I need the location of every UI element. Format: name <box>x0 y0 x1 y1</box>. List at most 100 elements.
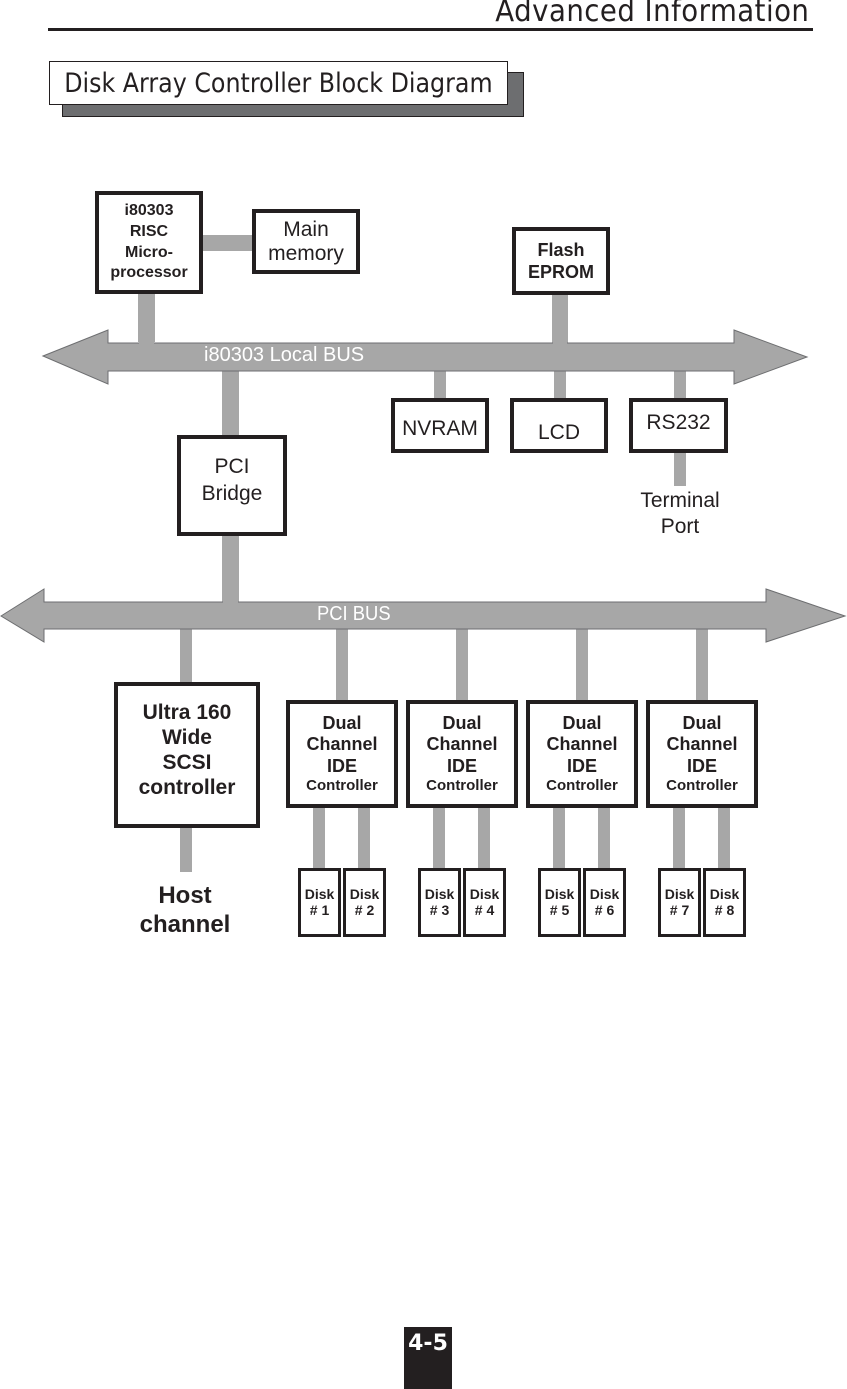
connector-ide1-disk2 <box>358 806 370 870</box>
scsi-controller-block: Ultra 160 Wide SCSI controller <box>114 682 260 828</box>
rs232-block: RS232 <box>629 398 728 453</box>
ide-4-line-4: Controller <box>666 777 738 795</box>
connector-pcibus-ide-3 <box>576 628 588 702</box>
connector-scsi-host <box>180 826 192 872</box>
connector-pcibus-ide-4 <box>696 628 708 702</box>
disk-8-number: # 8 <box>714 901 735 918</box>
disk-6-number: # 6 <box>594 901 615 918</box>
terminal-port-label: Terminal Port <box>630 488 730 541</box>
connector-localbus-rs232 <box>674 370 686 400</box>
ide-2-line-1: Dual <box>442 712 482 733</box>
connector-pcibus-scsi <box>180 628 192 685</box>
terminal-port-line-2: Port <box>660 515 700 539</box>
disk-8-label: Disk <box>709 886 740 903</box>
connector-ide3-disk6 <box>598 806 610 870</box>
ide-1-line-4: Controller <box>306 777 378 795</box>
disk-4-number: # 4 <box>474 901 495 918</box>
local-bus-arrow <box>41 329 809 385</box>
local-bus-label: i80303 Local BUS <box>204 344 365 366</box>
cpu-line-3: Micro- <box>125 243 173 261</box>
cpu-block: i80303 RISC Micro- processor <box>95 191 203 294</box>
lcd-block: LCD <box>510 398 608 453</box>
scsi-line-4: controller <box>138 776 236 800</box>
connector-ide4-disk8 <box>718 806 730 870</box>
host-channel-line-2: channel <box>139 910 231 938</box>
disk-7-label: Disk <box>664 886 695 903</box>
connector-ide2-disk4 <box>478 806 490 870</box>
lcd-label: LCD <box>537 420 580 444</box>
disk-3-label: Disk <box>424 886 455 903</box>
ide-controller-1: Dual Channel IDE Controller <box>286 700 398 808</box>
disk-4-label: Disk <box>469 886 500 903</box>
connector-flash-localbus <box>552 293 568 343</box>
cpu-line-4: processor <box>110 264 188 282</box>
connector-ide4-disk7 <box>673 806 685 870</box>
cpu-line-2: RISC <box>129 222 169 240</box>
disk-5: Disk # 5 <box>538 868 581 937</box>
host-channel-label: Host channel <box>120 882 250 940</box>
ide-2-line-4: Controller <box>426 777 498 795</box>
ide-3-line-3: IDE <box>566 755 597 776</box>
ide-controller-4: Dual Channel IDE Controller <box>646 700 758 808</box>
pci-bridge-block: PCI Bridge <box>177 435 287 536</box>
disk-2-number: # 2 <box>354 901 375 918</box>
ide-4-line-3: IDE <box>686 755 717 776</box>
connector-pcibus-ide-2 <box>456 628 468 702</box>
disk-1: Disk # 1 <box>298 868 341 937</box>
ide-2-line-3: IDE <box>446 755 477 776</box>
connector-cpu-localbus-join <box>139 342 154 345</box>
host-channel-line-1: Host <box>158 882 212 909</box>
disk-6: Disk # 6 <box>583 868 626 937</box>
disk-3: Disk # 3 <box>418 868 461 937</box>
nvram-block: NVRAM <box>391 398 489 453</box>
connector-flash-localbus-join <box>553 342 567 345</box>
pci-bus-label: PCI BUS <box>317 603 391 625</box>
connector-ide3-disk5 <box>553 806 565 870</box>
ide-2-line-2: Channel <box>426 734 498 755</box>
connector-cpu-localbus <box>138 292 155 342</box>
connector-localbus-nvram <box>434 370 446 400</box>
disk-1-number: # 1 <box>309 901 330 918</box>
disk-7-number: # 7 <box>669 901 690 918</box>
pci-bridge-line-1: PCI <box>214 455 250 479</box>
ide-1-line-2: Channel <box>306 734 378 755</box>
connector-localbus-bridge <box>222 370 239 437</box>
connector-rs232-terminal <box>674 452 686 486</box>
scsi-line-1: Ultra 160 <box>142 700 232 724</box>
main-memory-block: Main memory <box>252 209 360 274</box>
disk-2: Disk # 2 <box>343 868 386 937</box>
disk-6-label: Disk <box>589 886 620 903</box>
cpu-line-1: i80303 <box>124 201 174 219</box>
ide-controller-2: Dual Channel IDE Controller <box>406 700 518 808</box>
connector-ide1-disk1 <box>313 806 325 870</box>
ide-3-line-1: Dual <box>562 712 602 733</box>
terminal-port-line-1: Terminal <box>640 489 720 512</box>
disk-3-number: # 3 <box>429 901 450 918</box>
pci-bridge-line-2: Bridge <box>201 481 263 505</box>
flash-line-1: Flash <box>537 239 585 260</box>
flash-eprom-block: Flash EPROM <box>512 227 610 295</box>
ide-3-line-2: Channel <box>546 734 618 755</box>
ide-3-line-4: Controller <box>546 777 618 795</box>
disk-5-number: # 5 <box>549 901 570 918</box>
disk-4: Disk # 4 <box>463 868 506 937</box>
main-memory-line-1: Main <box>283 218 329 242</box>
connector-pcibus-ide-1 <box>336 628 348 702</box>
ide-1-line-3: IDE <box>326 755 357 776</box>
connector-bridge-pcibus-join <box>223 601 238 604</box>
disk-1-label: Disk <box>304 886 335 903</box>
disk-7: Disk # 7 <box>658 868 701 937</box>
flash-line-2: EPROM <box>527 262 594 282</box>
pci-bus-arrow <box>0 588 847 643</box>
ide-4-line-1: Dual <box>682 712 722 733</box>
scsi-line-3: SCSI <box>162 751 212 774</box>
rs232-label: RS232 <box>646 410 711 434</box>
ide-4-line-2: Channel <box>666 734 738 755</box>
ide-1-line-1: Dual <box>322 712 362 733</box>
connector-bridge-pcibus <box>222 534 239 604</box>
ide-controller-3: Dual Channel IDE Controller <box>526 700 638 808</box>
disk-5-label: Disk <box>544 886 575 903</box>
disk-2-label: Disk <box>349 886 380 903</box>
disk-8: Disk # 8 <box>703 868 746 937</box>
connector-ide2-disk3 <box>433 806 445 870</box>
